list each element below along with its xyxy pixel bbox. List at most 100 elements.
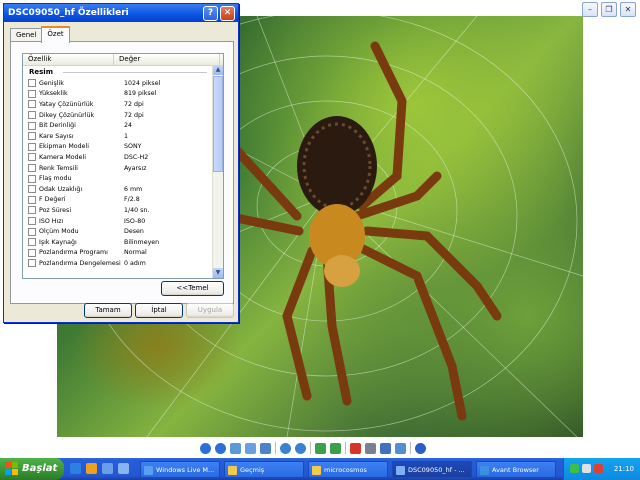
taskbar-button[interactable]: DSC09050_hf - ...: [392, 461, 472, 478]
rotate-clockwise-icon[interactable]: [315, 442, 326, 454]
next-icon[interactable]: [215, 442, 226, 454]
scrollbar-thumb[interactable]: [213, 76, 223, 172]
ok-button[interactable]: Tamam: [84, 303, 132, 318]
property-row[interactable]: Kare Sayısı 1: [23, 131, 211, 142]
property-row[interactable]: Yatay Çözünürlük 72 dpi: [23, 99, 211, 110]
minimize-icon[interactable]: –: [582, 2, 598, 17]
property-name: Kare Sayısı: [39, 132, 74, 140]
property-row[interactable]: Pozlandırma Programı Normal: [23, 248, 211, 259]
property-checkbox-icon: [28, 79, 36, 88]
property-name: Flaş modu: [39, 175, 72, 183]
task-label: Geçmiş: [240, 466, 265, 474]
property-row[interactable]: Ölçüm Modu Desen: [23, 226, 211, 237]
property-checkbox-icon: [28, 142, 36, 151]
property-row[interactable]: Dikey Çözünürlük 72 dpi: [23, 110, 211, 121]
close-icon[interactable]: ✕: [620, 2, 636, 17]
property-row[interactable]: ISO Hızı ISO-80: [23, 216, 211, 227]
property-row[interactable]: Yükseklik 819 piksel: [23, 89, 211, 100]
basic-view-button[interactable]: <<Temel: [161, 281, 224, 296]
restore-icon[interactable]: ❐: [601, 2, 617, 17]
property-checkbox-icon: [28, 132, 36, 141]
property-row[interactable]: Kamera Modeli DSC-H2: [23, 152, 211, 163]
property-checkbox-icon: [28, 174, 36, 183]
volume-icon[interactable]: [582, 464, 591, 473]
property-value: 72 dpi: [124, 111, 144, 119]
close-icon[interactable]: ✕: [220, 6, 235, 21]
security-icon[interactable]: [594, 464, 603, 473]
previous-icon[interactable]: [200, 442, 211, 454]
property-checkbox-icon: [28, 206, 36, 215]
windows-logo-icon: [5, 462, 18, 475]
property-checkbox-icon: [28, 248, 36, 257]
property-row[interactable]: Poz Süresi 1/40 sn.: [23, 205, 211, 216]
property-row[interactable]: Bit Derinliği 24: [23, 120, 211, 131]
start-button[interactable]: Başlat: [0, 458, 64, 480]
internet-explorer-icon[interactable]: [70, 463, 81, 474]
quick-launch-more-icon[interactable]: [118, 463, 129, 474]
show-desktop-icon[interactable]: [102, 463, 113, 474]
delete-icon[interactable]: [350, 442, 361, 454]
property-name: ISO Hızı: [39, 217, 64, 225]
dialog-titlebar[interactable]: DSC09050_hf Özellikleri ? ✕: [4, 4, 238, 22]
properties-dialog: DSC09050_hf Özellikleri ? ✕ Genel Özet Ö…: [3, 3, 239, 323]
task-label: Avant Browser: [492, 466, 539, 474]
help-icon[interactable]: ?: [203, 6, 218, 21]
property-row[interactable]: Odak Uzaklığı 6 mm: [23, 184, 211, 195]
edit-icon[interactable]: [395, 442, 406, 454]
list-scrollbar[interactable]: ▲ ▼: [212, 65, 223, 278]
property-name: Poz Süresi: [39, 206, 72, 214]
property-checkbox-icon: [28, 195, 36, 204]
task-label: microcosmos: [324, 466, 367, 474]
property-row[interactable]: Genişlik 1024 piksel: [23, 78, 211, 89]
cancel-button[interactable]: İptal: [135, 303, 183, 318]
property-row[interactable]: Renk Temsili Ayarsız: [23, 163, 211, 174]
property-value: 1: [124, 132, 129, 140]
taskbar-button[interactable]: Windows Live M...: [140, 461, 220, 478]
group-header-image[interactable]: Resim: [23, 66, 211, 78]
dialog-title: DSC09050_hf Özellikleri: [8, 8, 129, 18]
help-icon[interactable]: [415, 442, 426, 454]
apply-button[interactable]: Uygula: [186, 303, 234, 318]
slideshow-icon[interactable]: [260, 442, 271, 454]
tab-genel[interactable]: Genel: [10, 28, 43, 42]
scroll-up-icon[interactable]: ▲: [213, 65, 223, 75]
property-value: Bilinmeyen: [124, 238, 160, 246]
property-name: Genişlik: [39, 79, 64, 87]
property-value: 6 mm: [124, 185, 143, 193]
viewer-toolbar: [200, 442, 426, 454]
property-value: 24: [124, 122, 133, 130]
taskbar-button[interactable]: microcosmos: [308, 461, 388, 478]
taskbar-button[interactable]: Geçmiş: [224, 461, 304, 478]
clock: 21:10: [613, 465, 634, 473]
actual-size-icon[interactable]: [245, 442, 256, 454]
taskbar-button[interactable]: Avant Browser: [476, 461, 556, 478]
property-row[interactable]: F Değeri F/2.8: [23, 195, 211, 206]
property-row[interactable]: Pozlandırma Dengelemesi 0 adım: [23, 258, 211, 269]
column-header-value[interactable]: Değer: [114, 54, 220, 65]
property-checkbox-icon: [28, 185, 36, 194]
task-label: Windows Live M...: [156, 466, 215, 474]
property-checkbox-icon: [28, 100, 36, 109]
dialog-tabs: Genel Özet: [10, 26, 70, 43]
task-app-icon: [480, 466, 489, 475]
print-icon[interactable]: [365, 442, 376, 454]
task-app-icon: [144, 466, 153, 475]
property-row[interactable]: Ekipman Modeli SONY: [23, 142, 211, 153]
firefox-icon[interactable]: [86, 463, 97, 474]
task-app-icon: [312, 466, 321, 475]
save-icon[interactable]: [380, 442, 391, 454]
column-header-property[interactable]: Özellik: [23, 54, 114, 65]
list-rows: Resim Genişlik 1024 piksel Yükseklik 819 pi…: [23, 66, 211, 269]
network-icon[interactable]: [570, 464, 579, 473]
best-fit-icon[interactable]: [230, 442, 241, 454]
zoom-out-icon[interactable]: [295, 442, 306, 454]
property-row[interactable]: Işık Kaynağı Bilinmeyen: [23, 237, 211, 248]
zoom-in-icon[interactable]: [280, 442, 291, 454]
taskbar: Başlat Windows Live M... Geçmiş microcosmo…: [0, 458, 640, 480]
tab-ozet[interactable]: Özet: [41, 26, 70, 43]
property-value: 819 piksel: [124, 90, 157, 98]
rotate-counterclockwise-icon[interactable]: [330, 442, 341, 454]
property-row[interactable]: Flaş modu: [23, 173, 211, 184]
scroll-down-icon[interactable]: ▼: [213, 268, 223, 278]
property-name: F Değeri: [39, 196, 66, 204]
